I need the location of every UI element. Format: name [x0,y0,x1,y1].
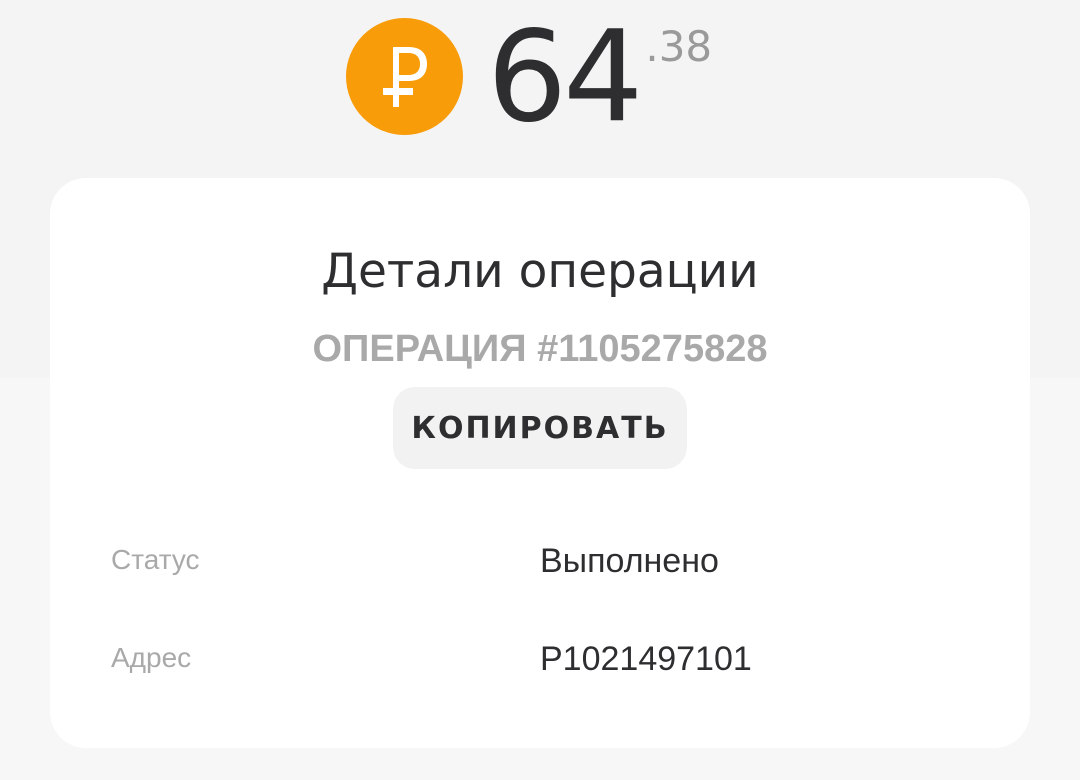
ruble-coin-icon [346,18,463,135]
address-value: P1021497101 [540,640,752,678]
balance-integer: 64 [487,3,643,150]
operation-details-screen: 64 .38 Детали операции ОПЕРАЦИЯ #1105275… [0,0,1080,780]
balance-fraction: .38 [645,22,713,71]
copy-button[interactable]: КОПИРОВАТЬ [393,387,687,469]
address-label: Адрес [111,642,192,673]
details-title: Детали операции [321,244,759,299]
amount-header: 64 .38 [346,14,713,140]
status-label: Статус [111,544,200,575]
status-value: Выполнено [540,542,719,580]
operation-number: ОПЕРАЦИЯ #1105275828 [312,328,768,370]
